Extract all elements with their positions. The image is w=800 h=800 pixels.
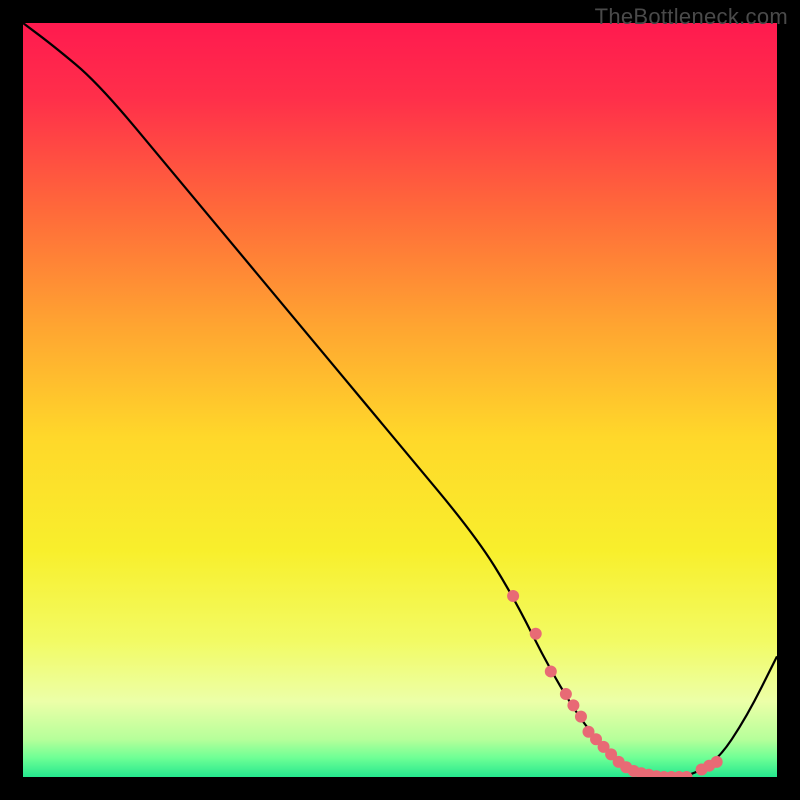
curve-marker bbox=[545, 665, 557, 677]
watermark-text: TheBottleneck.com bbox=[595, 4, 788, 30]
gradient-background bbox=[23, 23, 777, 777]
chart-container: TheBottleneck.com bbox=[0, 0, 800, 800]
curve-marker bbox=[507, 590, 519, 602]
curve-marker bbox=[575, 711, 587, 723]
curve-marker bbox=[711, 756, 723, 768]
curve-marker bbox=[560, 688, 572, 700]
curve-marker bbox=[530, 628, 542, 640]
chart-svg bbox=[23, 23, 777, 777]
curve-marker bbox=[567, 699, 579, 711]
plot-area bbox=[23, 23, 777, 777]
